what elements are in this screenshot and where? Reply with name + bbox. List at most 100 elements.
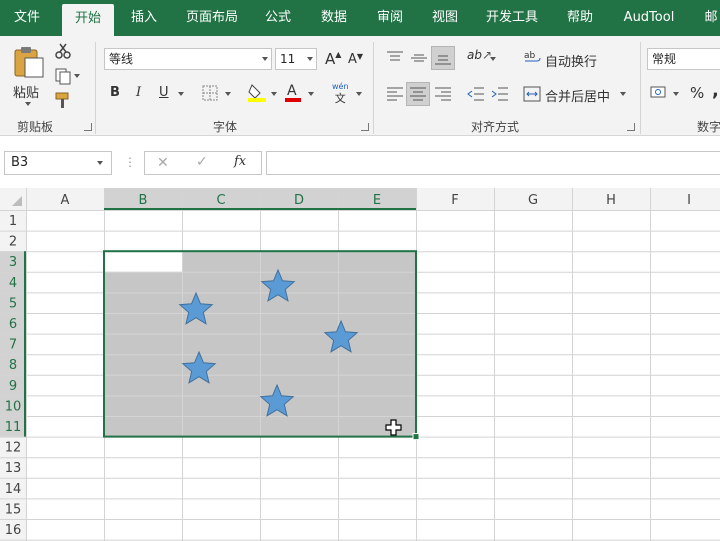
drag-handle-icon[interactable]: ⋮ — [124, 155, 136, 169]
italic-button[interactable]: I — [136, 85, 141, 100]
row-header-4[interactable]: 4 — [9, 276, 17, 291]
merge-center-icon — [523, 86, 541, 102]
column-header-b[interactable]: B — [139, 193, 148, 208]
phonetic-button[interactable]: wén 文 — [332, 82, 349, 105]
chevron-down-icon[interactable] — [178, 92, 184, 96]
column-header-f[interactable]: F — [451, 193, 458, 208]
font-dialog-launcher[interactable] — [361, 123, 369, 131]
row-header-8[interactable]: 8 — [9, 358, 17, 373]
font-color-icon[interactable]: A — [284, 82, 302, 102]
active-cell[interactable] — [104, 251, 182, 272]
align-left-icon[interactable] — [386, 86, 404, 102]
column-header-i[interactable]: I — [687, 193, 691, 208]
copy-dropdown-icon[interactable] — [74, 74, 80, 78]
align-center-icon — [410, 87, 426, 101]
chevron-down-icon[interactable] — [97, 161, 103, 165]
row-header-5[interactable]: 5 — [9, 296, 17, 311]
fill-handle[interactable] — [412, 433, 420, 441]
column-header-h[interactable]: H — [606, 193, 616, 208]
tab-5[interactable]: 公式 — [256, 0, 300, 36]
column-header-c[interactable]: C — [216, 193, 225, 208]
chevron-down-icon[interactable] — [490, 57, 496, 61]
row-header-3[interactable]: 3 — [9, 255, 17, 270]
orientation-button[interactable]: ab↗ — [467, 48, 492, 62]
border-icon[interactable] — [202, 85, 218, 101]
worksheet-grid[interactable]: A B C D E F G H I12345678910111213141516 — [0, 188, 720, 541]
chevron-down-icon[interactable] — [262, 57, 268, 61]
align-center-button[interactable] — [406, 82, 430, 106]
tab-1[interactable]: 文件 — [7, 0, 47, 36]
align-bottom-button[interactable] — [431, 46, 455, 70]
merge-center-button[interactable]: 合并后居中 — [545, 86, 610, 105]
tab-7[interactable]: 审阅 — [368, 0, 412, 36]
align-top-icon[interactable] — [386, 50, 404, 66]
row-header-13[interactable]: 13 — [5, 461, 22, 476]
chevron-down-icon[interactable] — [225, 92, 231, 96]
chevron-down-icon[interactable] — [307, 57, 313, 61]
enter-icon[interactable]: ✓ — [196, 154, 208, 170]
row-header-14[interactable]: 14 — [5, 482, 22, 497]
tab-12[interactable]: 邮 — [696, 0, 720, 36]
row-header-2[interactable]: 2 — [9, 235, 17, 250]
row-header-15[interactable]: 15 — [5, 502, 22, 517]
tab-11[interactable]: AudTool — [614, 0, 684, 36]
number-format-combo[interactable]: 常规 — [647, 48, 720, 70]
clipboard-group-label: 剪贴板 — [17, 120, 54, 134]
clipboard-dialog-launcher[interactable] — [84, 123, 92, 131]
row-header-7[interactable]: 7 — [9, 338, 17, 353]
grow-font-button[interactable]: A▲ — [325, 50, 341, 68]
tab-2[interactable]: 开始 — [62, 4, 114, 36]
row-header-6[interactable]: 6 — [9, 317, 17, 332]
cut-icon[interactable] — [54, 42, 72, 60]
copy-icon[interactable] — [54, 67, 72, 85]
alignment-dialog-launcher[interactable] — [627, 123, 635, 131]
shrink-font-button[interactable]: A▼ — [348, 52, 363, 67]
name-box[interactable]: B3 — [4, 151, 112, 175]
cancel-icon[interactable]: ✕ — [157, 155, 169, 171]
font-name-combo[interactable]: 等线 — [104, 48, 272, 70]
wrap-text-button[interactable]: 自动换行 — [545, 51, 597, 70]
chevron-down-icon[interactable] — [271, 92, 277, 96]
align-middle-icon[interactable] — [410, 50, 428, 66]
tab-8[interactable]: 视图 — [423, 0, 467, 36]
svg-text:ab: ab — [524, 51, 536, 61]
grow-font-label: A — [325, 50, 336, 68]
formula-input[interactable] — [266, 151, 720, 175]
divider — [373, 42, 374, 134]
chevron-down-icon[interactable] — [356, 92, 362, 96]
chevron-down-icon[interactable] — [620, 92, 626, 96]
column-header-d[interactable]: D — [294, 193, 304, 208]
increase-indent-icon[interactable] — [491, 86, 509, 102]
tab-3[interactable]: 插入 — [122, 0, 166, 36]
column-header-g[interactable]: G — [528, 193, 538, 208]
orientation-glyph: ab — [467, 48, 482, 62]
phonetic-bottom: 文 — [334, 92, 346, 105]
column-header-e[interactable]: E — [373, 193, 381, 208]
row-header-1[interactable]: 1 — [9, 214, 17, 229]
comma-button[interactable]: , — [712, 80, 719, 101]
align-right-icon[interactable] — [434, 86, 452, 102]
format-painter-icon[interactable] — [54, 91, 72, 109]
row-header-12[interactable]: 12 — [5, 441, 22, 456]
paste-dropdown-icon — [25, 102, 31, 106]
tab-4[interactable]: 页面布局 — [176, 0, 248, 36]
decrease-indent-icon[interactable] — [467, 86, 485, 102]
column-header-a[interactable]: A — [61, 193, 70, 208]
row-header-10[interactable]: 10 — [5, 399, 22, 414]
underline-button[interactable]: U — [159, 85, 169, 100]
row-header-9[interactable]: 9 — [9, 379, 17, 394]
accounting-format-icon[interactable] — [650, 84, 670, 102]
row-header-11[interactable]: 11 — [5, 420, 22, 435]
paste-button[interactable]: 粘贴 — [8, 44, 48, 110]
chevron-down-icon[interactable] — [308, 92, 314, 96]
row-header-16[interactable]: 16 — [5, 523, 22, 538]
tab-10[interactable]: 帮助 — [558, 0, 602, 36]
svg-text:A: A — [287, 83, 297, 99]
tab-6[interactable]: 数据 — [312, 0, 356, 36]
tab-9[interactable]: 开发工具 — [478, 0, 546, 36]
insert-function-button[interactable]: fx — [234, 154, 246, 169]
chevron-down-icon[interactable] — [673, 92, 679, 96]
percent-button[interactable]: % — [690, 84, 704, 102]
fill-color-icon[interactable] — [247, 82, 267, 102]
bold-button[interactable]: B — [110, 85, 120, 100]
